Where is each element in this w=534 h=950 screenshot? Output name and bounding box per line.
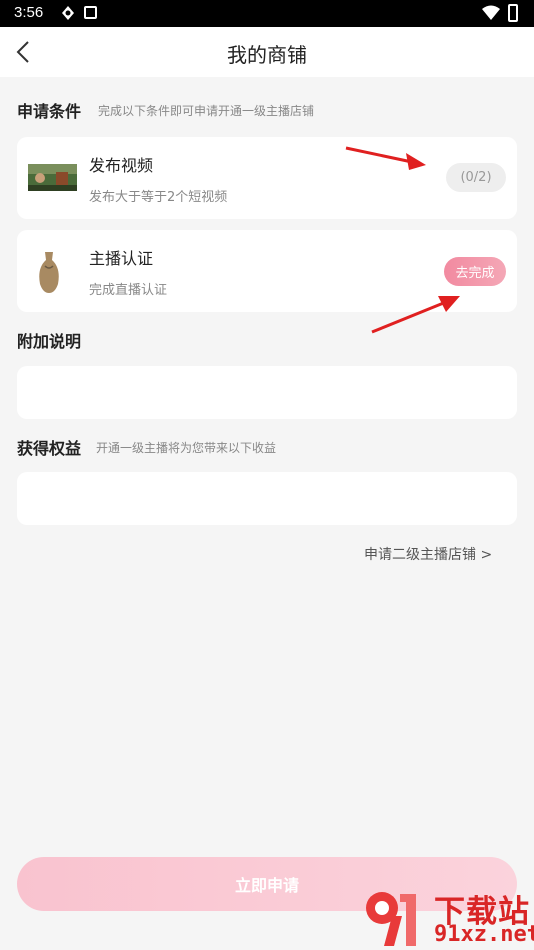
conditions-title: 申请条件: [17, 102, 82, 121]
vase-thumbnail: [33, 248, 65, 296]
condition-desc: 发布大于等于2个短视频: [89, 190, 228, 205]
progress-badge: (0/2): [446, 163, 506, 192]
video-thumbnail: [28, 164, 77, 191]
notes-card: [17, 366, 517, 419]
status-bar: 3:56: [0, 0, 534, 27]
battery-icon: [508, 4, 518, 22]
notes-title: 附加说明: [17, 332, 82, 351]
page-title: 我的商铺: [227, 43, 307, 67]
benefits-subtitle: 开通一级主播将为您带来以下收益: [96, 441, 277, 455]
sync-icon: [62, 6, 74, 20]
condition-title: 主播认证: [89, 249, 154, 268]
watermark: 下载站 91xz.net: [362, 886, 534, 950]
wifi-icon: [482, 5, 500, 20]
condition-title: 发布视频: [89, 156, 154, 175]
site-logo-icon: [366, 892, 416, 946]
annotation-arrow-icon: [345, 146, 426, 170]
status-time: 3:56: [14, 4, 44, 21]
benefits-title: 获得权益: [17, 439, 82, 458]
go-complete-button[interactable]: 去完成: [444, 257, 506, 286]
annotation-arrow-icon: [371, 296, 460, 334]
condition-card-video: 发布视频 发布大于等于2个短视频 (0/2): [17, 137, 517, 219]
conditions-subtitle: 完成以下条件即可申请开通一级主播店铺: [98, 104, 315, 118]
watermark-url: 91xz.net: [434, 922, 534, 947]
condition-desc: 完成直播认证: [89, 283, 168, 298]
apply-level-two-link[interactable]: 申请二级主播店铺 >: [364, 544, 492, 564]
nav-bar: 我的商铺: [0, 27, 534, 77]
notification-icon: [84, 6, 97, 19]
benefits-card: [17, 472, 517, 525]
